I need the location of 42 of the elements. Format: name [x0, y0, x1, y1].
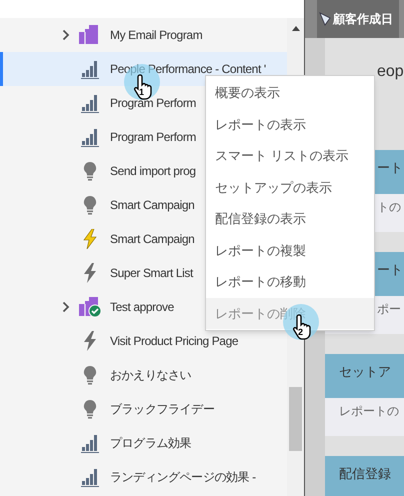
tree-item-label: ランディングページの効果 - [110, 469, 256, 486]
tree-item-label: プログラム効果 [110, 435, 192, 452]
report-title: eop [377, 63, 404, 80]
tree-item-label: Test approve [110, 299, 174, 316]
folder-check-icon [78, 296, 102, 318]
lightning-icon [83, 263, 97, 283]
tree-item-label: おかえりなさい [110, 367, 192, 384]
tree-item-label: Smart Campaign [110, 197, 194, 214]
tree-item[interactable]: ブラックフライデー [0, 392, 288, 426]
menu-item[interactable]: レポートの表示 [206, 108, 374, 140]
lightbulb-icon [83, 365, 97, 385]
lightbulb-icon [83, 195, 97, 215]
tree-item-label: Smart Campaign [110, 231, 194, 248]
card-header: セットア [325, 354, 404, 398]
tree-item[interactable]: おかえりなさい [0, 358, 288, 392]
tree-item-label: Super Smart List [110, 265, 193, 282]
tree-item-label: ブラックフライデー [110, 401, 214, 418]
scroll-up-icon[interactable] [292, 26, 300, 31]
tree-item-label: Visit Product Pricing Page [110, 333, 238, 350]
lightning-icon [83, 331, 97, 351]
chevron-icon[interactable] [62, 29, 70, 41]
scrollbar-thumb[interactable] [289, 387, 302, 451]
bar-chart-icon [80, 93, 100, 113]
report-tab[interactable]: 顧客作成日 [317, 0, 399, 38]
lightning-icon [83, 229, 97, 249]
card-header: 配信登録 [325, 456, 404, 496]
bar-chart-icon [80, 433, 100, 453]
bar-chart-icon [80, 127, 100, 147]
card-body: レポートの [325, 398, 404, 436]
tree-item-label: Send import prog [110, 163, 196, 180]
lightbulb-icon [83, 399, 97, 419]
tree-item[interactable]: プログラム効果 [0, 426, 288, 460]
lightbulb-icon [83, 161, 97, 181]
bar-chart-icon [80, 59, 100, 79]
tree-item[interactable]: ランディングページの効果 - [0, 460, 288, 494]
funnel-icon [319, 12, 331, 26]
bar-chart-icon [80, 467, 100, 487]
tree-item-label: My Email Program [110, 27, 202, 44]
chevron-icon[interactable] [62, 301, 70, 313]
tree-item-label: Program Perform [110, 129, 196, 146]
tree-item[interactable]: My Email Program [0, 18, 288, 52]
menu-item[interactable]: 概要の表示 [206, 77, 374, 108]
